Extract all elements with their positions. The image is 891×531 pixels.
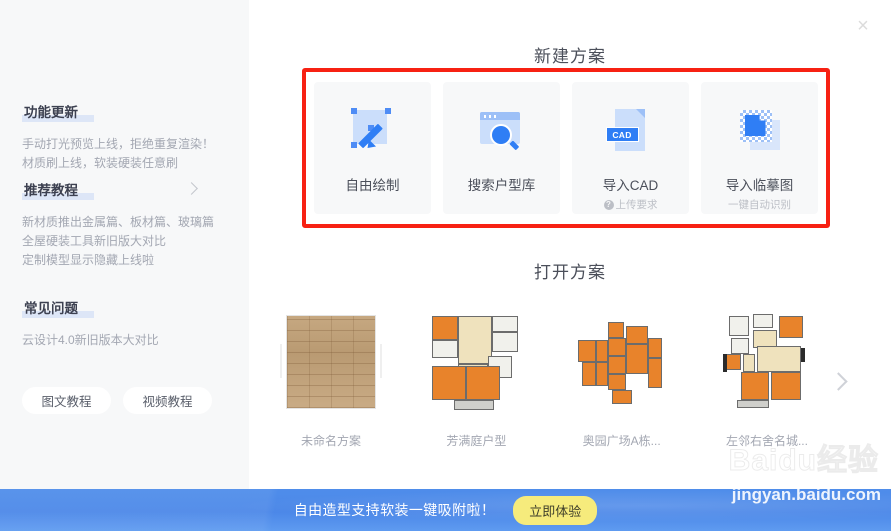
new-plan-card-search-library[interactable]: 搜索户型库 (443, 82, 560, 214)
sidebar-line: 新材质推出金属篇、板材篇、玻璃篇 (22, 215, 215, 229)
sidebar-section-faq: 常见问题 云设计4.0新旧版本大对比 (22, 300, 222, 350)
heading-text: 常见问题 (24, 301, 78, 316)
plan-name: 芳满庭户型 (446, 434, 507, 448)
help-icon: ? (603, 199, 614, 210)
card-sublabel-auto-recognize: 一键自动识别 (728, 197, 791, 212)
heading-text: 推荐教程 (24, 183, 78, 198)
trace-image-icon (732, 106, 788, 158)
plan-card[interactable]: 芳满庭户型 (424, 310, 529, 449)
new-plan-card-import-cad[interactable]: CAD 导入CAD ? 上传要求 (572, 82, 689, 214)
sidebar-line: 定制模型显示隐藏上线啦 (22, 253, 155, 267)
banner-text: 自由造型支持软装一键吸附啦！ (293, 502, 496, 518)
sidebar-line: 全屋硬装工具新旧版大对比 (22, 234, 167, 248)
open-plan-title: 打开方案 (534, 263, 606, 282)
try-now-button[interactable]: 立即体验 (513, 495, 598, 525)
plan-name: 奥园广场A栋... (582, 434, 661, 448)
search-layout-library-icon (474, 106, 530, 158)
main-content: 新建方案 自由绘制 搜索户型库 CAD 导入CAD ? 上传要求 导入临摹图 一… (249, 0, 891, 489)
card-sublabel-text: 一键自动识别 (728, 199, 791, 211)
card-label: 搜索户型库 (467, 178, 536, 193)
card-sublabel-text: 上传要求 (615, 199, 658, 211)
sidebar-line: 材质刷上线，软装硬装任意刷 (22, 156, 179, 170)
sidebar-section-heading: 常见问题 (22, 301, 94, 318)
graphic-tutorial-button[interactable]: 图文教程 (22, 387, 111, 414)
sidebar: 功能更新 手动打光预览上线，拒绝重复渲染！ 材质刷上线，软装硬装任意刷 推荐教程… (0, 0, 249, 489)
new-plan-title: 新建方案 (534, 47, 606, 66)
sidebar-line: 云设计4.0新旧版本大对比 (22, 333, 159, 347)
plan-thumbnail-wood-floor (279, 310, 383, 414)
cad-file-icon: CAD (603, 106, 659, 158)
new-plan-card-list: 自由绘制 搜索户型库 CAD 导入CAD ? 上传要求 导入临摹图 一键自动识别 (306, 72, 826, 224)
new-plan-highlight-box: 自由绘制 搜索户型库 CAD 导入CAD ? 上传要求 导入临摹图 一键自动识别 (302, 68, 830, 228)
new-plan-card-import-trace[interactable]: 导入临摹图 一键自动识别 (701, 82, 818, 214)
plan-name: 未命名方案 (300, 434, 361, 448)
sidebar-tutorial-buttons: 图文教程 视频教程 (22, 387, 212, 414)
plan-thumbnail-floorplan-a (424, 310, 529, 414)
open-plan-next-arrow-icon[interactable] (825, 368, 851, 394)
plan-thumbnail-floorplan-c (714, 310, 819, 414)
sidebar-line: 手动打光预览上线，拒绝重复渲染！ (22, 137, 215, 151)
video-tutorial-button[interactable]: 视频教程 (123, 387, 212, 414)
app-root: 功能更新 手动打光预览上线，拒绝重复渲染！ 材质刷上线，软装硬装任意刷 推荐教程… (0, 0, 891, 531)
plan-thumbnail-floorplan-b (569, 310, 674, 414)
card-label: 自由绘制 (345, 178, 400, 193)
sidebar-section-recommended-tutorials[interactable]: 推荐教程 新材质推出金属篇、板材篇、玻璃篇 全屋硬装工具新旧版大对比 定制模型显… (22, 182, 222, 270)
sidebar-section-heading: 功能更新 (22, 105, 94, 122)
bottom-promo-banner: 自由造型支持软装一键吸附啦！ 立即体验 (0, 489, 891, 531)
card-label: 导入临摹图 (725, 178, 794, 193)
heading-text: 功能更新 (24, 105, 78, 120)
plan-name: 左邻右舍名城... (725, 434, 808, 448)
free-draw-icon (345, 106, 401, 158)
sidebar-section-feature-update: 功能更新 手动打光预览上线，拒绝重复渲染！ 材质刷上线，软装硬装任意刷 (22, 104, 222, 173)
card-sublabel-upload-requirements[interactable]: ? 上传要求 (603, 197, 658, 212)
open-plan-list: 未命名方案 芳满庭户型 奥园广场A栋... 左邻右舍名城... (279, 310, 819, 449)
new-plan-card-free-draw[interactable]: 自由绘制 (314, 82, 431, 214)
chevron-right-icon[interactable] (185, 180, 198, 196)
sidebar-section-heading: 推荐教程 (22, 183, 94, 200)
plan-card[interactable]: 未命名方案 (279, 310, 383, 449)
card-label: 导入CAD (602, 178, 659, 193)
plan-card[interactable]: 左邻右舍名城... (714, 310, 819, 449)
plan-card[interactable]: 奥园广场A栋... (569, 310, 674, 449)
